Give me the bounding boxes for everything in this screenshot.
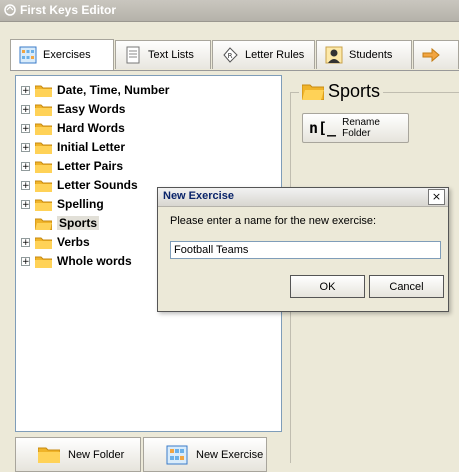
tree-item-date-time-number[interactable]: + Date, Time, Number — [21, 81, 169, 99]
expand-icon[interactable]: + — [21, 85, 30, 95]
tree-item-label: Spelling — [57, 197, 104, 211]
tree-item-sports[interactable]: + Sports — [21, 214, 100, 232]
tree-item-letter-sounds[interactable]: + Letter Sounds — [21, 176, 138, 194]
tree-item-label: Letter Sounds — [57, 178, 138, 192]
rename-folder-button[interactable]: n[_ Rename Folder — [302, 113, 409, 143]
ok-button[interactable]: OK — [290, 275, 365, 298]
folder-icon — [35, 199, 52, 211]
tree-item-label: Verbs — [57, 235, 90, 249]
folder-icon — [35, 142, 52, 154]
dialog-prompt: Please enter a name for the new exercise… — [170, 215, 377, 227]
tab-text-lists[interactable]: Text Lists — [115, 40, 211, 69]
folder-icon — [35, 85, 52, 97]
exercises-grid-icon — [19, 46, 37, 64]
tree-item-label: Hard Words — [57, 121, 125, 135]
expand-icon[interactable]: + — [21, 180, 30, 190]
tree-item-hard-words[interactable]: + Hard Words — [21, 119, 125, 137]
folder-title: Sports — [299, 81, 384, 102]
new-exercise-label: New Exercise — [196, 448, 264, 461]
tree-item-spelling[interactable]: + Spelling — [21, 195, 104, 213]
tab-bar: Exercises Text Lists R Letter Rules Stud… — [10, 39, 459, 71]
tree-item-label: Letter Pairs — [57, 159, 124, 173]
folder-icon — [35, 161, 52, 173]
dialog-title-bar[interactable]: New Exercise × — [158, 188, 448, 207]
tree-item-label: Date, Time, Number — [57, 83, 170, 97]
folder-icon — [38, 447, 60, 463]
tree-item-label: Initial Letter — [57, 140, 126, 154]
tree-item-label: Whole words — [57, 254, 132, 268]
cancel-button[interactable]: Cancel — [369, 275, 444, 298]
tree-item-easy-words[interactable]: + Easy Words — [21, 100, 125, 118]
close-icon[interactable]: × — [428, 189, 445, 205]
rename-icon: n[_ — [309, 119, 337, 137]
tab-exercises[interactable]: Exercises — [10, 39, 114, 70]
tree-item-label-selected: Sports — [57, 216, 100, 230]
tab-more[interactable] — [413, 40, 459, 69]
folder-title-text: Sports — [328, 81, 381, 101]
folder-icon — [35, 237, 52, 249]
new-exercise-dialog: New Exercise × Please enter a name for t… — [157, 187, 449, 312]
tree-item-verbs[interactable]: + Verbs — [21, 233, 90, 251]
student-icon — [325, 46, 343, 64]
folder-open-icon — [35, 218, 52, 230]
expand-icon[interactable]: + — [21, 161, 30, 171]
document-list-icon — [126, 46, 140, 64]
folder-icon — [35, 180, 52, 192]
expand-icon[interactable]: + — [21, 256, 30, 266]
app-icon — [4, 4, 16, 16]
new-exercise-button[interactable]: New Exercise — [143, 437, 267, 472]
tab-label: Students — [349, 49, 393, 61]
folder-icon — [35, 123, 52, 135]
tree-item-initial-letter[interactable]: + Initial Letter — [21, 138, 125, 156]
exercise-name-input[interactable] — [170, 241, 441, 259]
tab-label: Letter Rules — [245, 49, 305, 61]
expand-icon[interactable]: + — [21, 123, 30, 133]
dialog-title: New Exercise — [163, 190, 234, 202]
folder-icon — [35, 104, 52, 116]
rename-folder-label: Rename Folder — [342, 117, 380, 139]
arrow-right-icon — [422, 47, 440, 63]
new-folder-button[interactable]: New Folder — [15, 437, 141, 472]
tab-label: Exercises — [43, 49, 91, 61]
expand-icon[interactable]: + — [21, 199, 30, 209]
tree-item-letter-pairs[interactable]: + Letter Pairs — [21, 157, 123, 175]
title-bar: First Keys Editor — [0, 0, 459, 22]
svg-text:R: R — [228, 52, 233, 60]
folder-icon — [35, 256, 52, 268]
tree-item-whole-words[interactable]: + Whole words — [21, 252, 132, 270]
exercises-grid-icon — [166, 445, 188, 464]
tab-letter-rules[interactable]: R Letter Rules — [212, 40, 315, 69]
folder-open-icon — [302, 84, 324, 100]
tree-item-label: Easy Words — [57, 102, 126, 116]
expand-icon[interactable]: + — [21, 142, 30, 152]
new-folder-label: New Folder — [68, 448, 125, 461]
letter-rules-icon: R — [223, 47, 238, 63]
tab-students[interactable]: Students — [316, 40, 412, 69]
tab-label: Text Lists — [148, 49, 194, 61]
expand-icon[interactable]: + — [21, 104, 30, 114]
expand-icon[interactable]: + — [21, 237, 30, 247]
window-title: First Keys Editor — [20, 3, 117, 17]
